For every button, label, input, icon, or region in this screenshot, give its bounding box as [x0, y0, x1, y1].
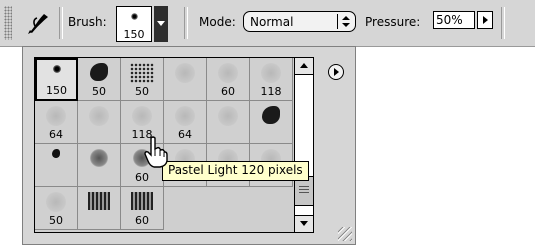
brush-cell[interactable] [78, 144, 121, 187]
brush-size-label: 150 [46, 84, 67, 97]
brush-dropdown-button[interactable] [154, 6, 168, 42]
brush-size-label: 60 [135, 214, 149, 227]
brush-palette: 150 50 50 60 118 64 118 64 60 50 60 [22, 46, 356, 245]
mode-label: Mode: [199, 15, 236, 29]
scroll-down-icon [300, 221, 308, 226]
brush-tip-icon [132, 106, 152, 126]
brush-cell[interactable] [78, 101, 121, 144]
brush-size-label: 64 [49, 128, 63, 141]
brush-tip-icon [262, 106, 280, 124]
brush-cell[interactable] [250, 101, 293, 144]
brush-tip-icon [90, 63, 108, 81]
brush-cell[interactable]: 60 [207, 58, 250, 101]
brush-tip-icon [46, 106, 66, 126]
airbrush-icon[interactable] [24, 10, 54, 36]
separator [184, 7, 188, 39]
hand-pointer-icon [144, 136, 168, 168]
palette-scrollbar[interactable] [294, 58, 313, 232]
scroll-up-icon [300, 63, 308, 68]
mode-value: Normal [250, 15, 294, 29]
palette-menu-button[interactable] [328, 64, 344, 80]
brush-tip-icon [90, 149, 108, 167]
brush-tip-icon [218, 63, 238, 83]
brush-preview[interactable]: 150 [116, 6, 152, 42]
scroll-down-button[interactable] [295, 215, 313, 232]
pressure-field[interactable]: 50% [433, 11, 475, 29]
options-bar: Brush: 150 Mode: Normal Pressure: 50% [0, 0, 535, 47]
brush-cell[interactable]: 118 [250, 58, 293, 101]
brush-size-label: 64 [178, 128, 192, 141]
up-down-arrows-icon [337, 14, 352, 29]
brush-tip-icon [46, 192, 66, 212]
brush-cell[interactable]: 64 [164, 101, 207, 144]
tooltip: Pastel Light 120 pixels [162, 161, 309, 181]
brush-size-label: 60 [221, 85, 235, 98]
pressure-slider-button[interactable] [477, 11, 493, 29]
brush-grid: 150 50 50 60 118 64 118 64 60 50 60 [34, 57, 314, 233]
brush-tip-icon [88, 192, 110, 210]
brush-cell[interactable] [164, 58, 207, 101]
brush-tip-icon [52, 149, 60, 158]
options-bar-grip[interactable] [4, 6, 12, 40]
brush-tip-icon [130, 63, 154, 83]
brush-cell[interactable]: 50 [78, 58, 121, 101]
brush-cell[interactable] [207, 101, 250, 144]
mode-select[interactable]: Normal [243, 11, 356, 32]
brush-tip-icon [89, 106, 109, 126]
brush-tip-icon [261, 63, 281, 83]
brush-tip-icon [131, 13, 138, 20]
brush-label: Brush: [68, 15, 107, 29]
brush-size-value: 150 [123, 28, 145, 41]
brush-size-label: 118 [260, 85, 282, 98]
pressure-label: Pressure: [365, 15, 421, 29]
separator [59, 7, 63, 39]
separator [501, 7, 505, 39]
brush-cell[interactable] [78, 187, 121, 230]
brush-cell[interactable] [35, 144, 78, 187]
brush-size-label: 50 [49, 214, 63, 227]
brush-cell[interactable]: 64 [35, 101, 78, 144]
palette-menu-arrow-icon [334, 68, 339, 76]
brush-cell[interactable]: 50 [121, 58, 164, 101]
brush-tip-icon [52, 65, 61, 73]
thumb-grip-icon [299, 186, 309, 195]
triangle-right-icon [483, 16, 488, 24]
triangle-down-icon [157, 21, 165, 26]
brush-tip-icon [175, 63, 195, 83]
brush-size-label: 50 [135, 85, 149, 98]
brush-tip-icon [131, 192, 153, 210]
brush-cell[interactable]: 150 [35, 58, 78, 101]
scroll-up-button[interactable] [295, 58, 313, 75]
resize-grip-icon[interactable] [338, 227, 352, 241]
brush-size-label: 60 [135, 171, 149, 184]
brush-size-label: 50 [92, 85, 106, 98]
brush-tip-icon [218, 106, 238, 126]
brush-tip-icon [175, 106, 195, 126]
brush-cell[interactable]: 60 [121, 187, 164, 230]
brush-cell[interactable]: 50 [35, 187, 78, 230]
